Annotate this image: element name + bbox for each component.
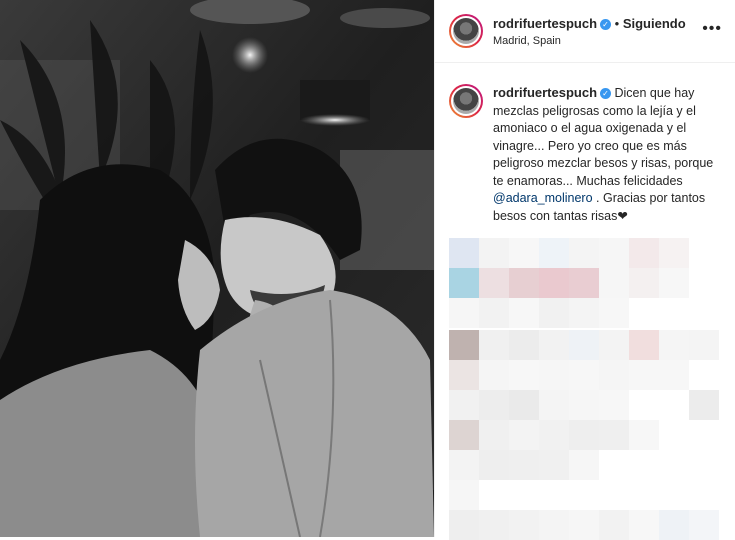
following-button[interactable]: Siguiendo — [623, 16, 686, 31]
post-caption: rodrifuertespuch ✓ Dicen que hay mezclas … — [493, 84, 725, 225]
caption-text: Dicen que hay mezclas peligrosas como la… — [493, 86, 714, 188]
caption-avatar[interactable] — [449, 84, 483, 118]
location-link[interactable]: Madrid, Spain — [493, 35, 561, 47]
header-username[interactable]: rodrifuertespuch — [493, 16, 597, 31]
header-avatar[interactable] — [449, 14, 483, 48]
instagram-post: rodrifuertespuch ✓ • Siguiendo Madrid, Sp… — [0, 0, 735, 540]
header-user-line: rodrifuertespuch ✓ • Siguiendo — [493, 16, 686, 31]
post-header: rodrifuertespuch ✓ • Siguiendo Madrid, Sp… — [435, 0, 735, 63]
more-options-icon[interactable]: ••• — [702, 20, 722, 38]
verified-badge-icon: ✓ — [600, 88, 612, 100]
post-photo[interactable] — [0, 0, 434, 537]
post-image — [0, 0, 434, 537]
separator-dot: • — [614, 16, 620, 31]
post-side-panel: rodrifuertespuch ✓ • Siguiendo Madrid, Sp… — [434, 0, 735, 540]
caption-username[interactable]: rodrifuertespuch — [493, 85, 597, 100]
mention-link[interactable]: @adara_molinero — [493, 191, 593, 205]
verified-badge-icon: ✓ — [600, 19, 612, 31]
